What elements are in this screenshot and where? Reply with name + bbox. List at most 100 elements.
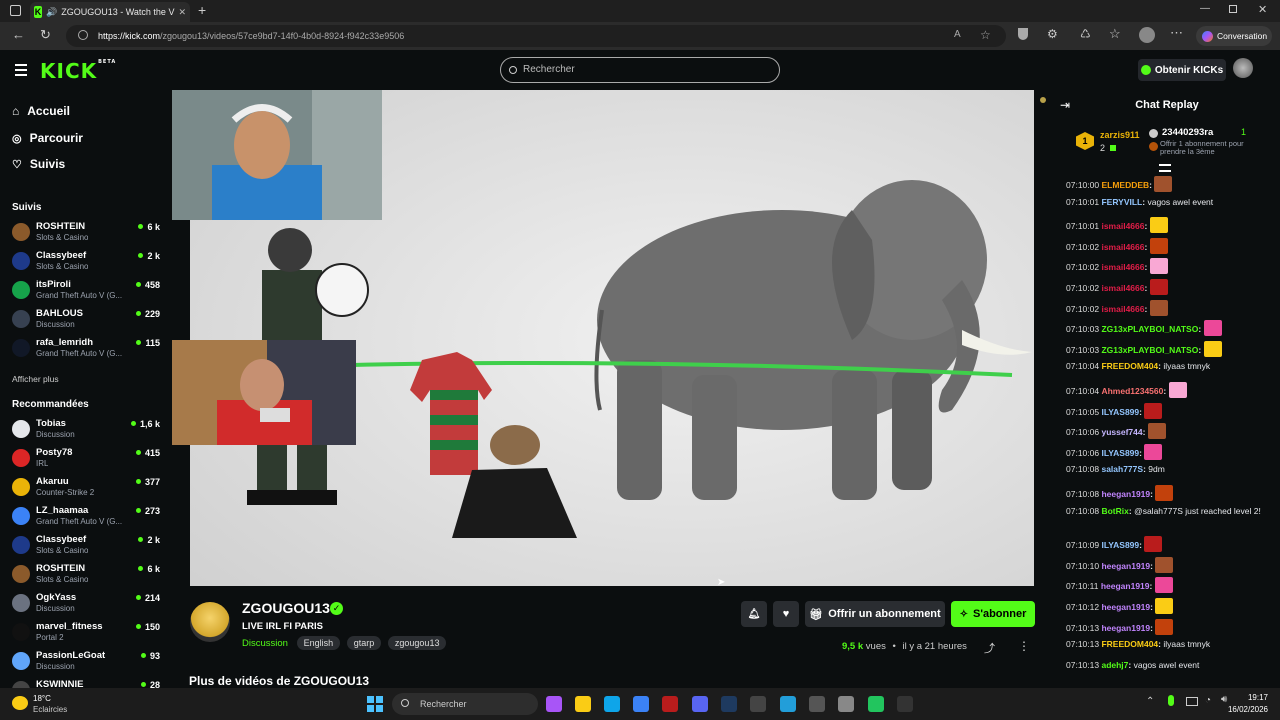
channel-item[interactable]: Tobias Discussion 1,6 k — [12, 417, 160, 445]
extensions-icon[interactable]: ⚙ — [1047, 27, 1058, 41]
chat-username[interactable]: ismail4666 — [1101, 283, 1144, 293]
get-kicks-button[interactable]: Obtenir KICKs — [1138, 59, 1226, 81]
nav-home[interactable]: ⌂ Accueil — [12, 104, 70, 118]
chat-username[interactable]: ismail4666 — [1101, 262, 1144, 272]
tab-actions-icon[interactable] — [10, 5, 21, 16]
chat-username[interactable]: Ahmed1234560 — [1101, 386, 1163, 396]
tag-gtarp[interactable]: gtarp — [346, 636, 382, 650]
tab-close-icon[interactable]: ✕ — [178, 7, 186, 18]
chat-username[interactable]: heegan1919 — [1101, 602, 1150, 612]
favorite-star-icon[interactable]: ☆ — [980, 28, 991, 42]
channel-item[interactable]: LZ_haamaa Grand Theft Auto V (G... 273 — [12, 504, 160, 532]
chat-username[interactable]: adehj7 — [1101, 660, 1128, 670]
more-options-icon[interactable]: ⋮ — [1018, 639, 1030, 653]
clock-date[interactable]: 16/02/2026 — [1222, 705, 1268, 714]
channel-item[interactable]: ROSHTEIN Slots & Casino 6 k — [12, 562, 160, 590]
user-avatar[interactable] — [1233, 58, 1253, 78]
app-icon[interactable] — [809, 696, 825, 712]
subscribe-button[interactable]: ✧ S'abonner — [951, 601, 1035, 627]
video-player[interactable]: ➤ — [172, 90, 1034, 586]
chat-username[interactable]: ILYAS899 — [1101, 407, 1139, 417]
channel-item[interactable]: Posty78 IRL 415 — [12, 446, 160, 474]
follow-heart-button[interactable]: ♥ — [773, 601, 799, 627]
channel-item[interactable]: itsPiroli Grand Theft Auto V (G... 458 — [12, 278, 160, 306]
chat-username[interactable]: ZG13xPLAYBOI_NATSO — [1101, 345, 1198, 355]
wifi-icon[interactable]: ◔ — [1205, 695, 1211, 706]
settings-icon[interactable] — [838, 696, 854, 712]
chrome-icon[interactable] — [868, 696, 884, 712]
channel-item[interactable]: PassionLeGoat Discussion 93 — [12, 649, 160, 677]
chat-username[interactable]: heegan1919 — [1101, 561, 1150, 571]
file-explorer-icon[interactable] — [575, 696, 591, 712]
kick-app-icon[interactable] — [897, 696, 913, 712]
chat-username[interactable]: ismail4666 — [1101, 221, 1144, 231]
favorites-icon[interactable]: ☆ — [1109, 26, 1121, 42]
read-aloud-icon[interactable]: A — [954, 29, 961, 40]
chat-username[interactable]: ELMEDDEB — [1101, 180, 1149, 190]
channel-item[interactable]: marvel_fitness Portal 2 150 — [12, 620, 160, 648]
chat-username[interactable]: yussef744 — [1101, 427, 1142, 437]
channel-item[interactable]: Akaruu Counter-Strike 2 377 — [12, 475, 160, 503]
channel-item[interactable]: rafa_lemridh Grand Theft Auto V (G... 115 — [12, 336, 160, 364]
kick-logo[interactable]: KICKBETA — [40, 59, 116, 83]
store-icon[interactable] — [633, 696, 649, 712]
weather-icon[interactable] — [12, 696, 28, 710]
chat-username[interactable]: ILYAS899 — [1101, 540, 1139, 550]
hamburger-menu-icon[interactable] — [15, 64, 27, 76]
steam-icon[interactable] — [721, 696, 737, 712]
monitor-icon[interactable] — [1186, 697, 1198, 706]
site-info-icon[interactable] — [78, 30, 88, 40]
gift-subscription-button[interactable]: 🎁︎ Offrir un abonnement — [805, 601, 945, 627]
copilot-app-icon[interactable] — [546, 696, 562, 712]
chat-username[interactable]: heegan1919 — [1101, 489, 1150, 499]
game-launcher-icon[interactable] — [750, 696, 766, 712]
conversation-button[interactable]: Conversation — [1196, 26, 1272, 46]
minimize-icon[interactable]: — — [1200, 3, 1210, 14]
chat-username[interactable]: heegan1919 — [1101, 581, 1150, 591]
channel-item[interactable]: Classybeef Slots & Casino 2 k — [12, 249, 160, 277]
browser-tab[interactable]: K 🔊 ZGOUGOU13 - Watch the V ✕ — [30, 2, 190, 22]
clock-time[interactable]: 19:17 — [1228, 693, 1268, 702]
top-gifter-name[interactable]: zarzis911 — [1100, 130, 1140, 140]
profile-avatar[interactable] — [1139, 27, 1155, 43]
tray-chevron-icon[interactable]: ⌃ — [1146, 696, 1154, 707]
streamer-name[interactable]: ZGOUGOU13 — [242, 600, 330, 616]
maximize-icon[interactable] — [1229, 5, 1237, 13]
chat-username[interactable]: FERYVILL — [1101, 197, 1142, 207]
show-more-link[interactable]: Afficher plus — [12, 374, 59, 384]
chat-username[interactable]: ismail4666 — [1101, 242, 1144, 252]
back-icon[interactable]: ← — [12, 27, 25, 42]
telegram-icon[interactable] — [780, 696, 796, 712]
channel-item[interactable]: OgkYass Discussion 214 — [12, 591, 160, 619]
channel-item[interactable]: BAHLOUS Discussion 229 — [12, 307, 160, 335]
streamer-avatar[interactable] — [190, 602, 230, 642]
tag-zgougou13[interactable]: zgougou13 — [387, 636, 447, 650]
nav-following[interactable]: ♡ Suivis — [12, 157, 65, 171]
discord-icon[interactable] — [692, 696, 708, 712]
nav-browse[interactable]: ◎ Parcourir — [12, 131, 83, 145]
chat-username[interactable]: BotRix — [1101, 506, 1128, 516]
chat-username[interactable]: FREEDOM404 — [1101, 361, 1158, 371]
mic-icon[interactable] — [1168, 695, 1174, 706]
adobe-app-icon[interactable] — [662, 696, 678, 712]
menu-dots-icon[interactable]: ⋯ — [1170, 25, 1183, 41]
channel-item[interactable]: Classybeef Slots & Casino 2 k — [12, 533, 160, 561]
tag-english[interactable]: English — [296, 636, 341, 650]
shield-icon[interactable] — [1018, 28, 1028, 40]
edge-browser-icon[interactable] — [604, 696, 620, 712]
chat-username[interactable]: ismail4666 — [1101, 304, 1144, 314]
chat-username[interactable]: salah777S — [1101, 464, 1143, 474]
share-icon[interactable]: ⤴ — [984, 640, 995, 656]
close-window-icon[interactable]: ✕ — [1258, 3, 1267, 16]
channel-item[interactable]: KSWINNIE 28 — [12, 678, 160, 688]
chat-username[interactable]: FREEDOM404 — [1101, 639, 1158, 649]
windows-start-icon[interactable] — [367, 696, 383, 712]
notification-bell-button[interactable]: 🔔︎ — [741, 601, 767, 627]
collections-icon[interactable]: ♺ — [1080, 27, 1091, 41]
address-bar[interactable]: https://kick.com/zgougou13/videos/57ce9b… — [66, 25, 1006, 47]
refresh-icon[interactable]: ↻ — [40, 27, 51, 43]
channel-item[interactable]: ROSHTEIN Slots & Casino 6 k — [12, 220, 160, 248]
volume-icon[interactable]: 🔊︎ — [1221, 694, 1227, 705]
category-link[interactable]: Discussion — [242, 638, 288, 649]
taskbar-search-input[interactable]: Rechercher — [392, 693, 538, 715]
